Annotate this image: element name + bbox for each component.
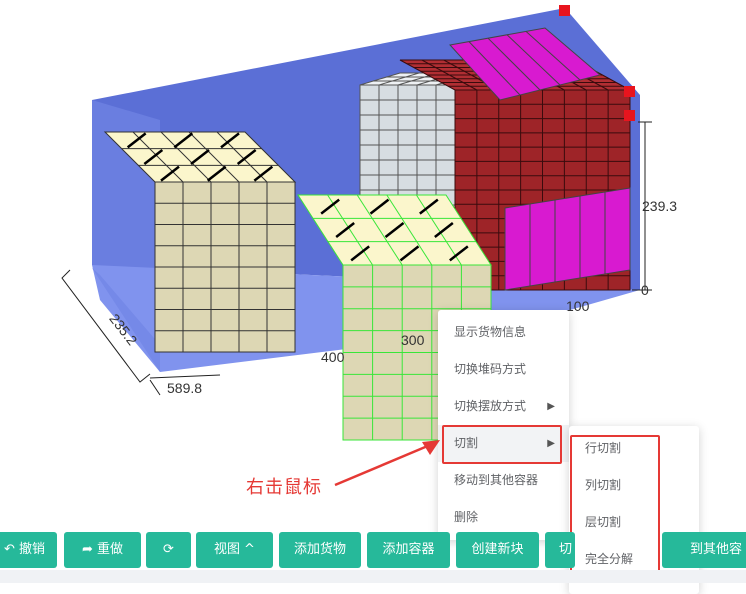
view-label: 视图 bbox=[214, 542, 241, 557]
menu-item-label: 切换摆放方式 bbox=[454, 399, 527, 413]
dimension-length-label: 589.8 bbox=[167, 380, 202, 396]
undo-label: 撤销 bbox=[18, 542, 45, 557]
toolbar-bottom-strip bbox=[0, 570, 746, 583]
context-menu: 显示货物信息 切换堆码方式 切换摆放方式 ▶ 切割 ▶ 移动到其他容器 删除 bbox=[438, 310, 569, 540]
cut-label: 切 bbox=[559, 542, 573, 557]
menu-item-label: 列切割 bbox=[585, 478, 622, 492]
undo-button[interactable]: ↶ 撤销 bbox=[0, 532, 57, 568]
menu-item-cut[interactable]: 切割 ▶ bbox=[438, 425, 569, 462]
new-block-button[interactable]: 创建新块 bbox=[456, 532, 539, 568]
move-to-container-button[interactable]: 到其他容 bbox=[662, 532, 746, 568]
new-block-label: 创建新块 bbox=[471, 542, 524, 557]
dimension-height-label: 239.3 bbox=[642, 198, 677, 214]
dimension-width-label: 100 bbox=[566, 298, 590, 314]
share-redo-icon: ➦ bbox=[82, 542, 93, 557]
caret-right-icon: ▶ bbox=[547, 438, 555, 449]
menu-item-label: 删除 bbox=[454, 510, 479, 524]
add-container-button[interactable]: 添加容器 bbox=[367, 532, 450, 568]
submenu-item-column-cut[interactable]: 列切割 bbox=[569, 467, 699, 504]
menu-item-label: 切换堆码方式 bbox=[454, 362, 527, 376]
menu-item-show-cargo-info[interactable]: 显示货物信息 bbox=[438, 314, 569, 351]
dimension-height-zero-label: 0 bbox=[641, 282, 649, 298]
move-label: 到其他容 bbox=[690, 542, 743, 557]
redo-label: 重做 bbox=[96, 542, 123, 557]
menu-item-label: 显示货物信息 bbox=[454, 325, 527, 339]
view-button[interactable]: 视图 ^ bbox=[196, 532, 273, 568]
add-container-label: 添加容器 bbox=[382, 542, 435, 557]
caret-right-icon: ▶ bbox=[547, 401, 555, 412]
selected-block-width-label: 400 bbox=[321, 349, 345, 365]
refresh-button[interactable]: ⟳ bbox=[146, 532, 191, 568]
add-cargo-button[interactable]: 添加货物 bbox=[279, 532, 361, 568]
annotation-arrow bbox=[334, 440, 440, 487]
menu-item-switch-stacking[interactable]: 切换堆码方式 bbox=[438, 351, 569, 388]
menu-item-label: 行切割 bbox=[585, 441, 622, 455]
cut-button-partial[interactable]: 切 bbox=[545, 532, 575, 568]
corner-marker[interactable] bbox=[559, 5, 570, 16]
menu-item-label: 移动到其他容器 bbox=[454, 473, 539, 487]
menu-item-switch-placement[interactable]: 切换摆放方式 ▶ bbox=[438, 388, 569, 425]
redo-button[interactable]: ➦ 重做 bbox=[64, 532, 141, 568]
chevron-up-icon: ^ bbox=[244, 542, 255, 557]
menu-item-label: 层切割 bbox=[585, 515, 622, 529]
corner-marker[interactable] bbox=[624, 86, 635, 97]
menu-item-label: 切割 bbox=[454, 436, 479, 450]
undo-icon: ↶ bbox=[4, 542, 15, 557]
submenu-item-row-cut[interactable]: 行切割 bbox=[569, 430, 699, 467]
refresh-icon: ⟳ bbox=[163, 542, 174, 557]
annotation-text: 右击鼠标 bbox=[246, 477, 322, 498]
add-cargo-label: 添加货物 bbox=[293, 542, 346, 557]
menu-item-move-to-container[interactable]: 移动到其他容器 bbox=[438, 462, 569, 499]
corner-marker[interactable] bbox=[624, 110, 635, 121]
selected-block-depth-label: 300 bbox=[401, 332, 425, 348]
